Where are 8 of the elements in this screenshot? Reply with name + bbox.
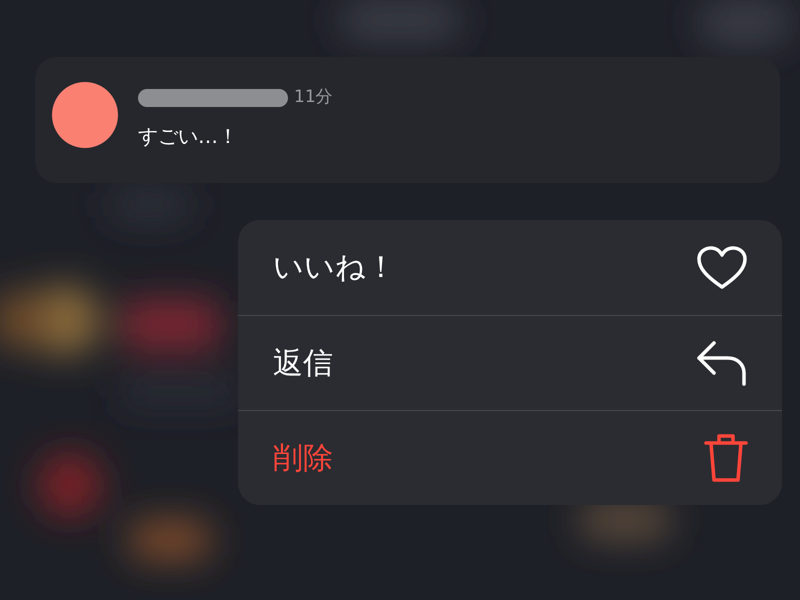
comment-text: すごい…！ (138, 122, 239, 150)
menu-item[interactable]: 返信 (238, 315, 782, 410)
reply-arrow-icon (696, 340, 748, 386)
trash-icon (704, 433, 748, 483)
heart-icon (696, 246, 748, 290)
comment-time: 11分 (294, 86, 333, 109)
menu-item[interactable]: いいね！ (238, 220, 782, 315)
menu-item[interactable]: 削除 (238, 410, 782, 505)
